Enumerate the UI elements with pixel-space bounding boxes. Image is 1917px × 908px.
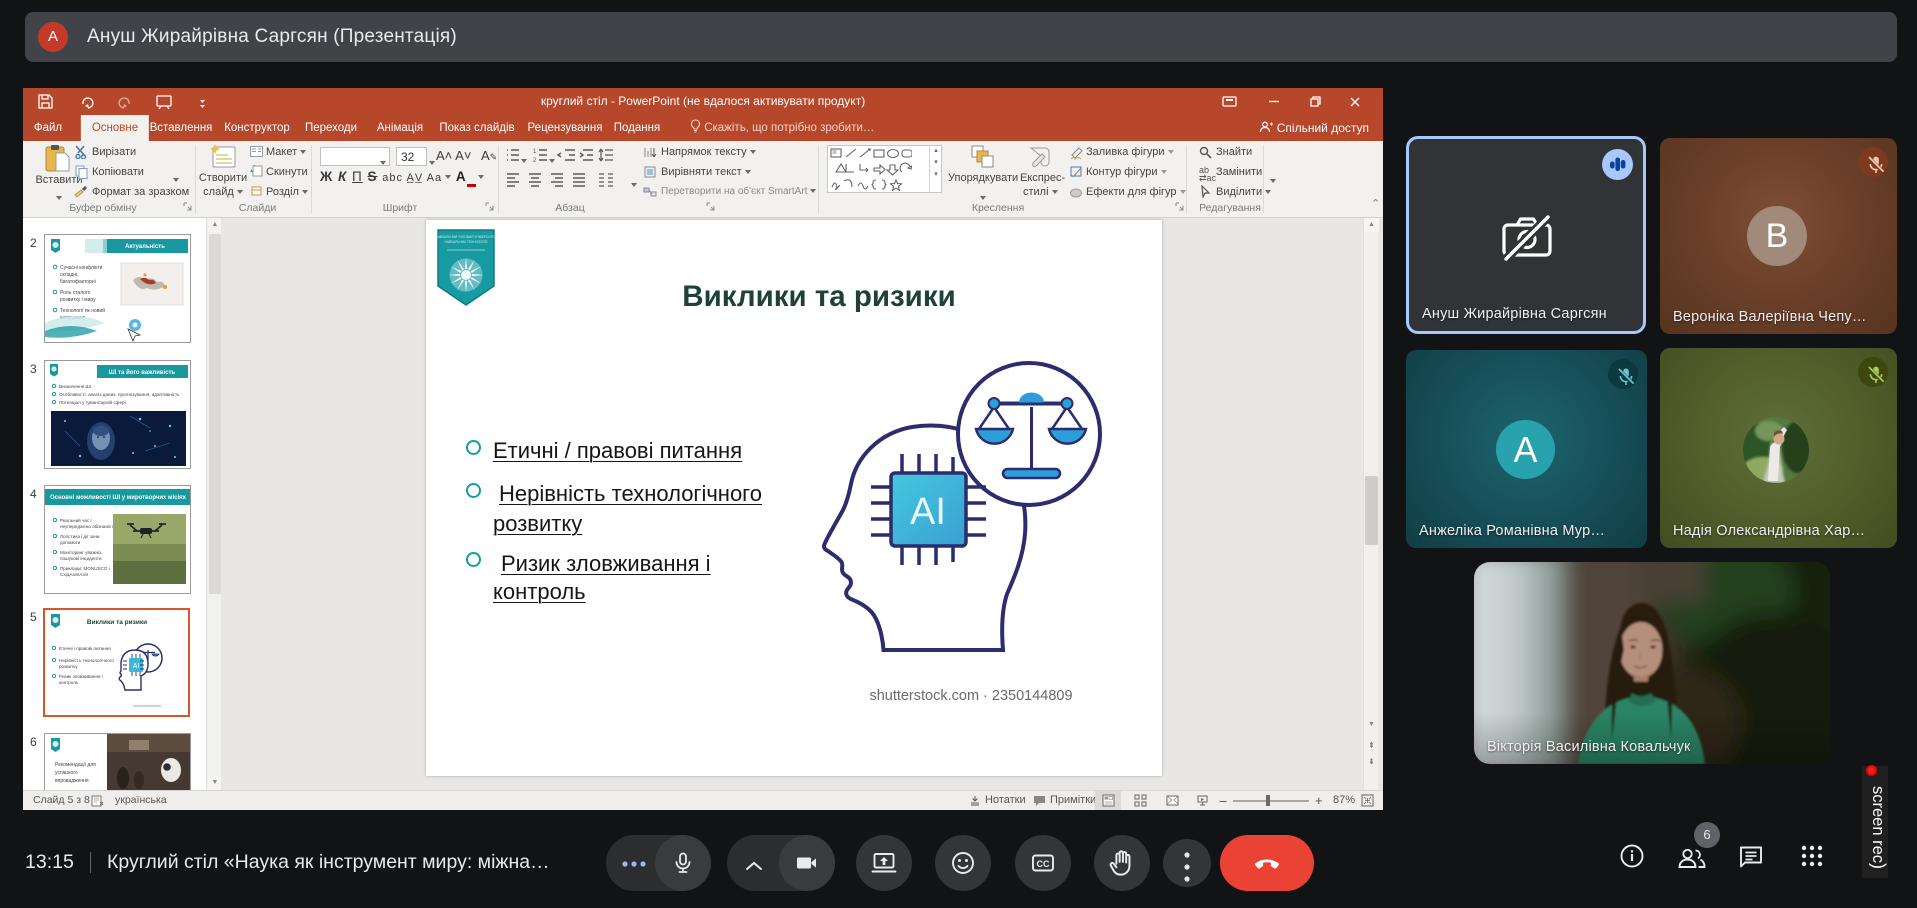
- svg-text:Ризик зловживання і: Ризик зловживання і: [59, 674, 103, 679]
- svg-text:СхідАзія/Азія: СхідАзія/Азія: [60, 572, 88, 577]
- svg-text:неупереджена обізнаність: неупереджена обізнаність: [60, 524, 116, 529]
- svg-text:успішного: успішного: [55, 770, 78, 776]
- svg-text:контроль: контроль: [59, 680, 79, 685]
- svg-text:Моніторинг уважніх,: Моніторинг уважніх,: [60, 550, 103, 555]
- svg-text:Виклики та ризики: Виклики та ризики: [87, 619, 147, 626]
- svg-text:НАВЧАЛЬНИХ ТЕХНОЛОГІЙ: НАВЧАЛЬНИХ ТЕХНОЛОГІЙ: [445, 240, 489, 244]
- svg-text:Нерівність технологічного: Нерівність технологічного: [59, 658, 114, 663]
- svg-text:складні,: складні,: [60, 272, 79, 278]
- svg-text:допомоги: допомоги: [60, 540, 81, 545]
- svg-text:Етичні і правові питання: Етичні і правові питання: [59, 646, 111, 651]
- svg-text:розвитку і миру: розвитку і миру: [60, 297, 96, 303]
- svg-text:Логістика і дії зони: Логістика і дії зони: [60, 534, 100, 539]
- svg-text:пошукові інциденти: пошукові інциденти: [60, 556, 102, 561]
- svg-text:AI: AI: [910, 491, 946, 533]
- svg-text:Сучасні конфлікти: Сучасні конфлікти: [60, 265, 103, 271]
- svg-text:розвитку: розвитку: [59, 664, 78, 669]
- svg-text:Особливості: аналіз даних, про: Особливості: аналіз даних, прогнозування…: [59, 392, 180, 397]
- svg-text:CC: CC: [1037, 859, 1050, 869]
- svg-text:Приклади: MONUSCO і: Приклади: MONUSCO і: [60, 566, 110, 571]
- svg-text:Основні можливості ШІ у миротв: Основні можливості ШІ у миротворчих місі…: [50, 495, 187, 501]
- svg-text:Визначення ШІ: Визначення ШІ: [59, 384, 91, 389]
- svg-text:багатофакторні: багатофакторні: [60, 279, 96, 285]
- svg-text:Рекомендації для: Рекомендації для: [55, 762, 96, 768]
- svg-text:Роль сталого: Роль сталого: [60, 290, 91, 296]
- svg-text:Актуальність: Актуальність: [125, 244, 165, 250]
- svg-text:НАВЧАЛЬНИЙ УЧБОВИЙ УНІВЕРСИТЕТ: НАВЧАЛЬНИЙ УЧБОВИЙ УНІВЕРСИТЕТ: [435, 235, 496, 239]
- svg-text:Потенціал у гуманітарній сфері: Потенціал у гуманітарній сфері: [59, 399, 126, 405]
- svg-text:ШІ та його важливість: ШІ та його важливість: [109, 369, 176, 376]
- svg-text:AI: AI: [133, 663, 140, 670]
- svg-text:2: 2: [533, 158, 537, 163]
- svg-text:Реальний час і: Реальний час і: [60, 517, 92, 523]
- svg-text:Технології як новий: Технології як новий: [60, 307, 105, 314]
- svg-text:впровадження: впровадження: [55, 778, 89, 784]
- svg-text:1: 1: [533, 149, 537, 155]
